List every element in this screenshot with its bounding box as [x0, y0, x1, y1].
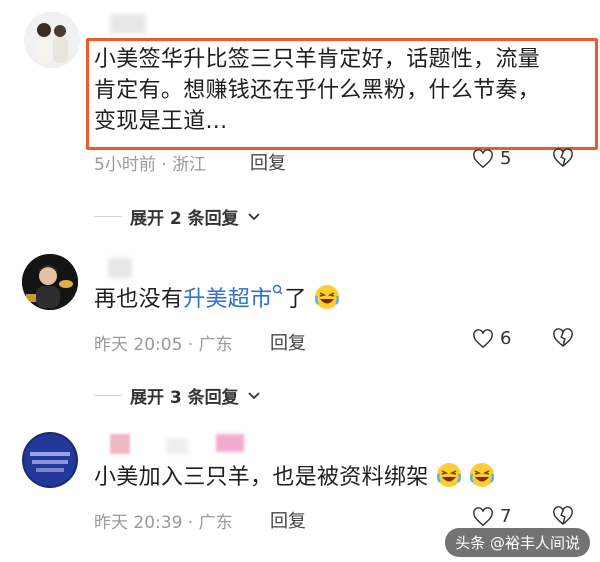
heart-icon [473, 148, 493, 168]
dislike-icon[interactable] [552, 148, 574, 172]
like-button[interactable]: 6 [472, 328, 511, 349]
username-blurred [104, 432, 254, 456]
search-icon[interactable] [272, 284, 284, 298]
laughing-emoji-icon [315, 285, 340, 309]
comment-text-body: 小美加入三只羊，也是被资料绑架 [94, 465, 429, 490]
comment-text: 小美加入三只羊，也是被资料绑架 [94, 462, 495, 493]
comment-time-location: 5小时前 · 浙江 [94, 155, 207, 175]
like-count: 6 [500, 328, 512, 349]
comment-line: 小美签华升比签三只羊肯定好，话题性，流量 [94, 47, 541, 72]
username-blurred [110, 14, 146, 34]
comment-text-prefix: 再也没有 [94, 287, 184, 312]
heart-icon [473, 506, 493, 526]
chevron-down-icon [248, 391, 260, 399]
reply-button[interactable]: 回复 [250, 149, 286, 175]
dislike-icon[interactable] [552, 328, 574, 352]
dislike-icon[interactable] [552, 506, 574, 530]
chevron-down-icon [248, 212, 260, 220]
reply-button[interactable]: 回复 [270, 507, 306, 533]
username-blurred [108, 258, 132, 278]
watermark: 头条 @裕丰人间说 [445, 528, 590, 557]
like-count: 5 [500, 148, 512, 169]
comment-text: 小美签华升比签三只羊肯定好，话题性，流量 肯定有。想赚钱还在乎什么黑粉，什么节奏… [94, 44, 589, 137]
comment-time-location: 昨天 20:39 · 广东 [94, 513, 233, 533]
divider-line [94, 395, 122, 396]
avatar[interactable] [24, 12, 80, 68]
divider-line [94, 216, 122, 217]
laughing-emoji-icon [436, 463, 461, 487]
laughing-emoji-icon [470, 463, 495, 487]
comment-thread-page: { "comments": [ { "text_line1": "小美签华升比签… [0, 0, 600, 562]
expand-replies-button[interactable]: 展开 2 条回复 [94, 204, 261, 229]
expand-replies-label: 展开 2 条回复 [130, 209, 239, 229]
like-button[interactable]: 7 [472, 506, 511, 527]
avatar[interactable] [22, 254, 78, 310]
comment-time-location: 昨天 20:05 · 广东 [94, 335, 233, 355]
expand-replies-label: 展开 3 条回复 [130, 388, 239, 408]
expand-replies-button[interactable]: 展开 3 条回复 [94, 383, 261, 408]
avatar[interactable] [22, 432, 78, 488]
comment-line: 变现是王道... [94, 109, 228, 134]
reply-button[interactable]: 回复 [270, 329, 306, 355]
comment-text-suffix: 了 [284, 287, 307, 312]
search-link[interactable]: 升美超市 [183, 287, 272, 312]
comment-text: 再也没有升美超市了 [94, 284, 340, 315]
like-button[interactable]: 5 [472, 148, 511, 169]
heart-icon [473, 328, 493, 348]
like-count: 7 [500, 506, 512, 527]
comment-line: 肯定有。想赚钱还在乎什么黑粉，什么节奏， [94, 78, 541, 103]
